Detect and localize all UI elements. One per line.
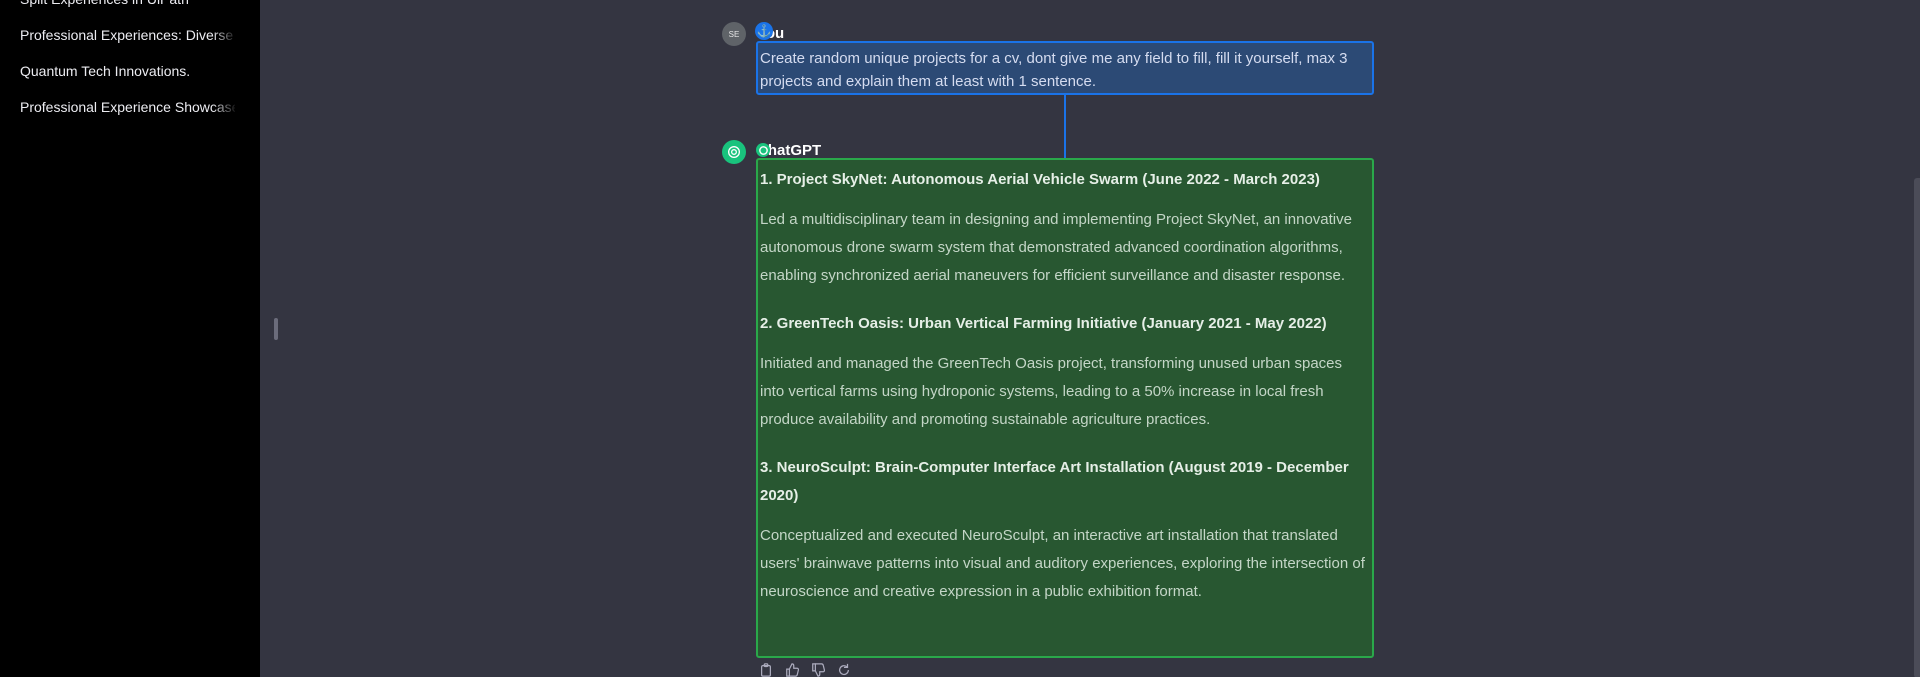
openai-logo-icon bbox=[728, 146, 740, 158]
sidebar-item-label: Professional Experience Showcase bbox=[20, 99, 235, 115]
sidebar-resize-handle[interactable] bbox=[274, 318, 278, 340]
anchor-icon[interactable]: ⚓ bbox=[755, 22, 773, 40]
project-description: Led a multidisciplinary team in designin… bbox=[760, 211, 1352, 284]
conversation-list: Split Experiences in UiPath Professional… bbox=[0, 0, 260, 134]
sidebar-item-label: Quantum Tech Innovations. bbox=[20, 63, 191, 79]
project-title: 2. GreenTech Oasis: Urban Vertical Farmi… bbox=[760, 315, 1327, 332]
thumbs-down-icon[interactable] bbox=[810, 663, 826, 677]
project-description: Initiated and managed the GreenTech Oasi… bbox=[760, 355, 1343, 428]
sidebar-item-experience-showcase[interactable]: Professional Experience Showcase bbox=[0, 98, 260, 134]
user-message: Create random unique projects for a cv, … bbox=[756, 41, 1374, 95]
connector-line bbox=[1064, 94, 1066, 158]
scrollbar[interactable] bbox=[1914, 178, 1920, 677]
chat-main: SE You ⚓ Create random unique projects f… bbox=[260, 0, 1920, 677]
sidebar-item-label: Professional Experiences: Diverse Expert… bbox=[20, 27, 235, 43]
assistant-message: 1. Project SkyNet: Autonomous Aerial Veh… bbox=[756, 158, 1374, 658]
copy-icon[interactable] bbox=[758, 663, 774, 677]
sidebar-item-professional-experiences[interactable]: Professional Experiences: Diverse Expert… bbox=[0, 26, 260, 62]
regenerate-icon[interactable] bbox=[836, 663, 852, 677]
thumbs-up-icon[interactable] bbox=[784, 663, 800, 677]
sidebar-item-split-experiences[interactable]: Split Experiences in UiPath bbox=[0, 0, 260, 26]
project-title: 1. Project SkyNet: Autonomous Aerial Veh… bbox=[760, 171, 1320, 188]
assistant-avatar bbox=[722, 140, 746, 164]
avatar-initials: SE bbox=[728, 29, 740, 39]
message-actions bbox=[758, 663, 852, 677]
project-title: 3. NeuroSculpt: Brain-Computer Interface… bbox=[760, 459, 1349, 504]
sidebar-item-quantum-tech[interactable]: Quantum Tech Innovations. bbox=[0, 62, 260, 98]
sidebar-item-label: Split Experiences in UiPath bbox=[20, 0, 235, 8]
user-avatar: SE bbox=[722, 22, 746, 46]
sidebar: Split Experiences in UiPath Professional… bbox=[0, 0, 260, 677]
openai-logo-icon bbox=[756, 143, 770, 157]
project-description: Conceptualized and executed NeuroSculpt,… bbox=[760, 527, 1365, 600]
user-message-text: Create random unique projects for a cv, … bbox=[760, 50, 1348, 90]
